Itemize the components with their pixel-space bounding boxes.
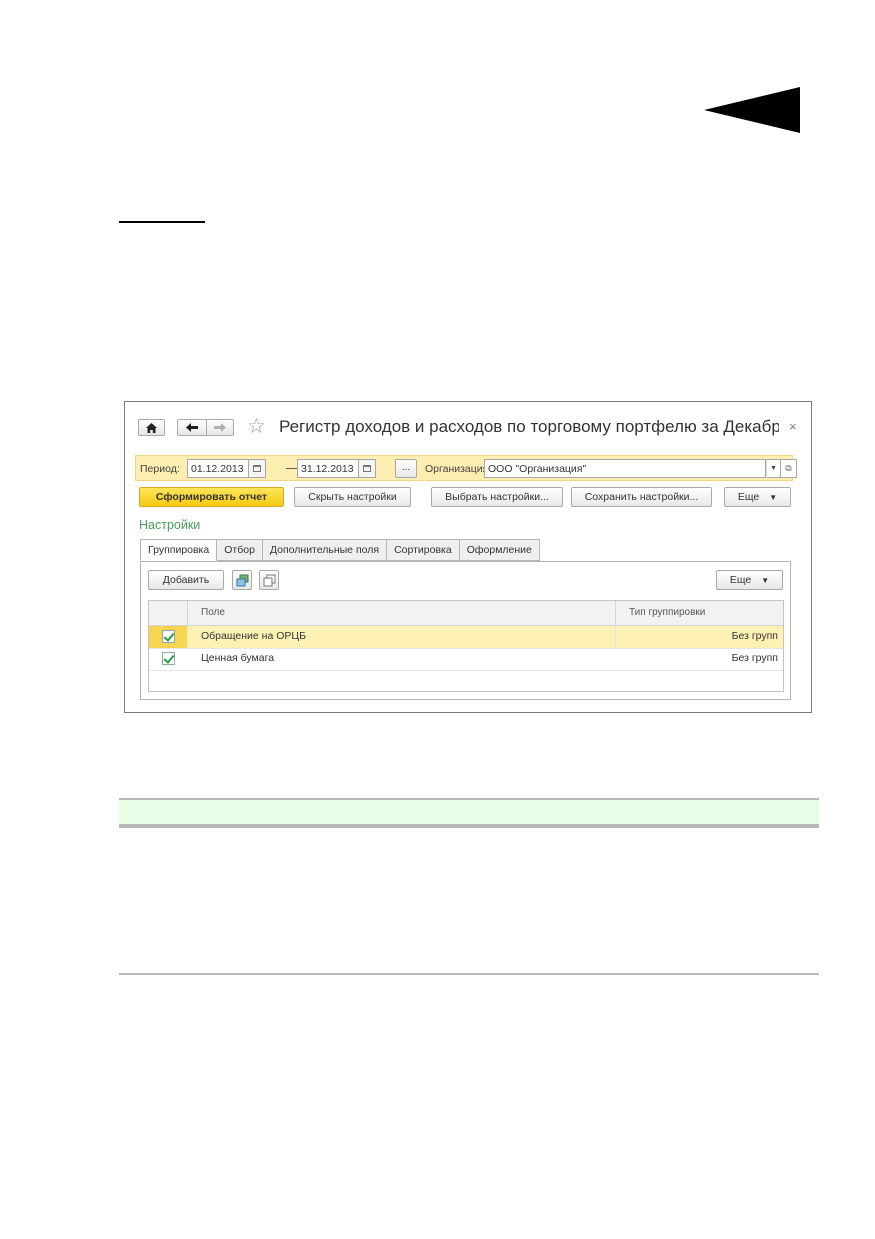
column-header-field[interactable]: Поле [201, 607, 225, 618]
row-field: Обращение на ОРЦБ [201, 630, 307, 642]
grouping-grid: Поле Тип группировки Обращение на ОРЦБ Б… [148, 600, 784, 692]
grouping-panel: Добавить Еще ▼ Поле Тип группировки Обра… [140, 561, 791, 700]
divider [119, 973, 819, 975]
window-title: Регистр доходов и расходов по торговому … [279, 417, 779, 436]
tab-filter[interactable]: Отбор [217, 539, 263, 561]
close-icon[interactable]: × [789, 419, 797, 434]
forward-button[interactable] [206, 419, 234, 436]
tab-additional-fields[interactable]: Дополнительные поля [262, 539, 388, 561]
open-icon[interactable]: ⧉ [781, 459, 797, 478]
period-label: Период: [140, 463, 180, 475]
tab-grouping[interactable]: Группировка [140, 539, 218, 561]
grid-header: Поле Тип группировки [149, 601, 783, 626]
page-corner-arrow-icon [704, 87, 800, 133]
hide-settings-button[interactable]: Скрыть настройки [294, 487, 411, 507]
copy-icon [263, 574, 276, 587]
heading-underline [119, 221, 205, 223]
chevron-down-icon: ▼ [761, 576, 770, 585]
checkbox-cell [149, 648, 187, 670]
choose-period-button[interactable]: ... [395, 459, 417, 478]
panel-more-label: Еще [729, 574, 752, 586]
group-icon [236, 574, 249, 587]
column-header-type[interactable]: Тип группировки [629, 607, 705, 618]
table-row[interactable]: Обращение на ОРЦБ Без групп [149, 626, 783, 649]
add-button[interactable]: Добавить [148, 570, 224, 590]
row-type: Без групп [731, 630, 778, 642]
star-icon[interactable]: ☆ [247, 416, 266, 438]
generate-report-button[interactable]: Сформировать отчет [139, 487, 284, 507]
save-settings-button[interactable]: Сохранить настройки... [571, 487, 712, 507]
group-button[interactable] [232, 570, 252, 590]
date-to-input[interactable]: 31.12.2013 [297, 459, 359, 478]
tab-sorting[interactable]: Сортировка [387, 539, 460, 561]
checkbox-cell [149, 626, 187, 648]
chevron-down-icon: ▼ [769, 493, 778, 502]
home-button[interactable] [138, 419, 165, 436]
settings-title: Настройки [139, 518, 201, 532]
home-icon [146, 422, 157, 433]
column-separator [615, 626, 616, 648]
note-band [119, 798, 819, 828]
panel-more-button[interactable]: Еще ▼ [716, 570, 783, 590]
organization-label: Организация: [425, 463, 492, 475]
row-field: Ценная бумага [201, 652, 275, 664]
arrow-right-icon [214, 423, 226, 432]
header-separator [615, 601, 616, 625]
choose-settings-button[interactable]: Выбрать настройки... [431, 487, 563, 507]
more-label: Еще [737, 491, 760, 503]
period-bar: Период: 01.12.2013 — 31.12.2013 ... Орга… [135, 455, 797, 481]
copy-button[interactable] [259, 570, 279, 590]
calendar-to-icon[interactable] [359, 459, 376, 478]
organization-input[interactable]: ООО "Организация" [484, 459, 766, 478]
chevron-down-icon[interactable]: ▼ [766, 459, 781, 478]
tab-formatting[interactable]: Оформление [459, 539, 540, 561]
date-from-input[interactable]: 01.12.2013 [187, 459, 249, 478]
table-row[interactable]: Ценная бумага Без групп [149, 648, 783, 671]
row-checkbox[interactable] [162, 630, 175, 643]
back-button[interactable] [177, 419, 206, 436]
header-separator [187, 601, 188, 625]
calendar-from-icon[interactable] [249, 459, 266, 478]
more-menu-button[interactable]: Еще ▼ [724, 487, 791, 507]
settings-tabs: Группировка Отбор Дополнительные поля Со… [140, 539, 540, 561]
row-type: Без групп [731, 652, 778, 664]
report-window: ☆ Регистр доходов и расходов по торговом… [124, 401, 812, 713]
row-checkbox[interactable] [162, 652, 175, 665]
arrow-left-icon [186, 423, 198, 432]
